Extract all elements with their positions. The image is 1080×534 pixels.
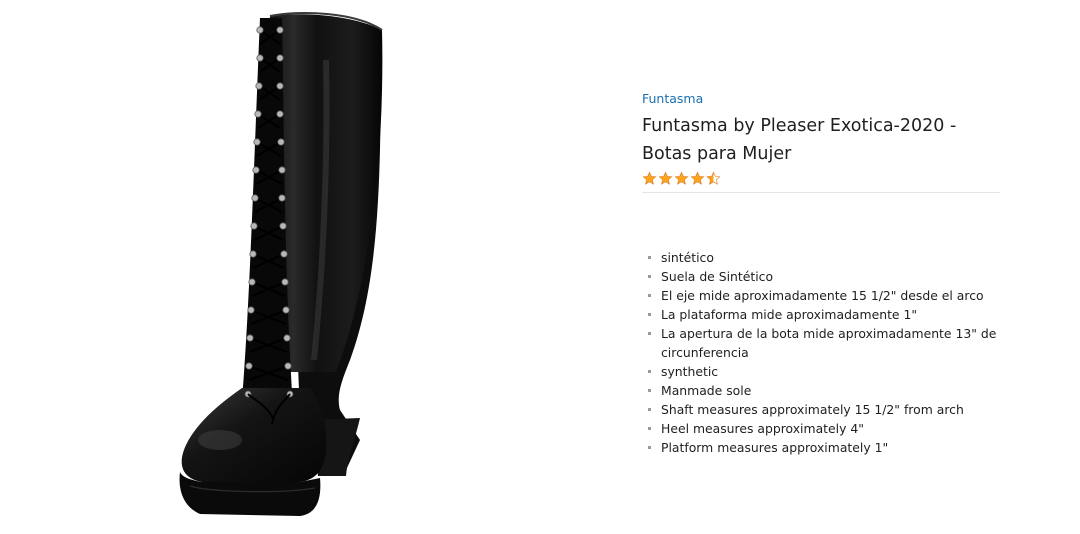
star-icon [690,170,705,185]
product-title: Funtasma by Pleaser Exotica-2020 - Botas… [642,116,957,164]
feature-item: El eje mide aproximadamente 15 1/2" desd… [642,286,1000,305]
product-image[interactable] [150,0,430,534]
star-icon [674,170,689,185]
feature-item: Shaft measures approximately 15 1/2" fro… [642,400,1000,419]
feature-item: Platform measures approximately 1" [642,438,1000,457]
feature-item: La plataforma mide aproximadamente 1" [642,305,1000,324]
feature-item: La apertura de la bota mide aproximadame… [642,324,1000,362]
star-icon [642,170,657,185]
feature-item: Suela de Sintético [642,267,1000,286]
star-icon [658,170,673,185]
feature-item: synthetic [642,362,1000,381]
boot-image [179,12,383,516]
product-page: Funtasma Funtasma by Pleaser Exotica-202… [0,0,1080,534]
product-info: Funtasma Funtasma by Pleaser Exotica-202… [642,88,1000,457]
divider [642,192,1000,193]
brand-link[interactable]: Funtasma [642,91,703,107]
feature-item: Heel measures approximately 4" [642,419,1000,438]
feature-item: sintético [642,248,1000,267]
feature-bullets: sintético Suela de Sintético El eje mide… [642,248,1000,457]
feature-item: Manmade sole [642,381,1000,400]
star-half-icon [706,170,721,185]
star-rating[interactable] [642,169,1000,187]
